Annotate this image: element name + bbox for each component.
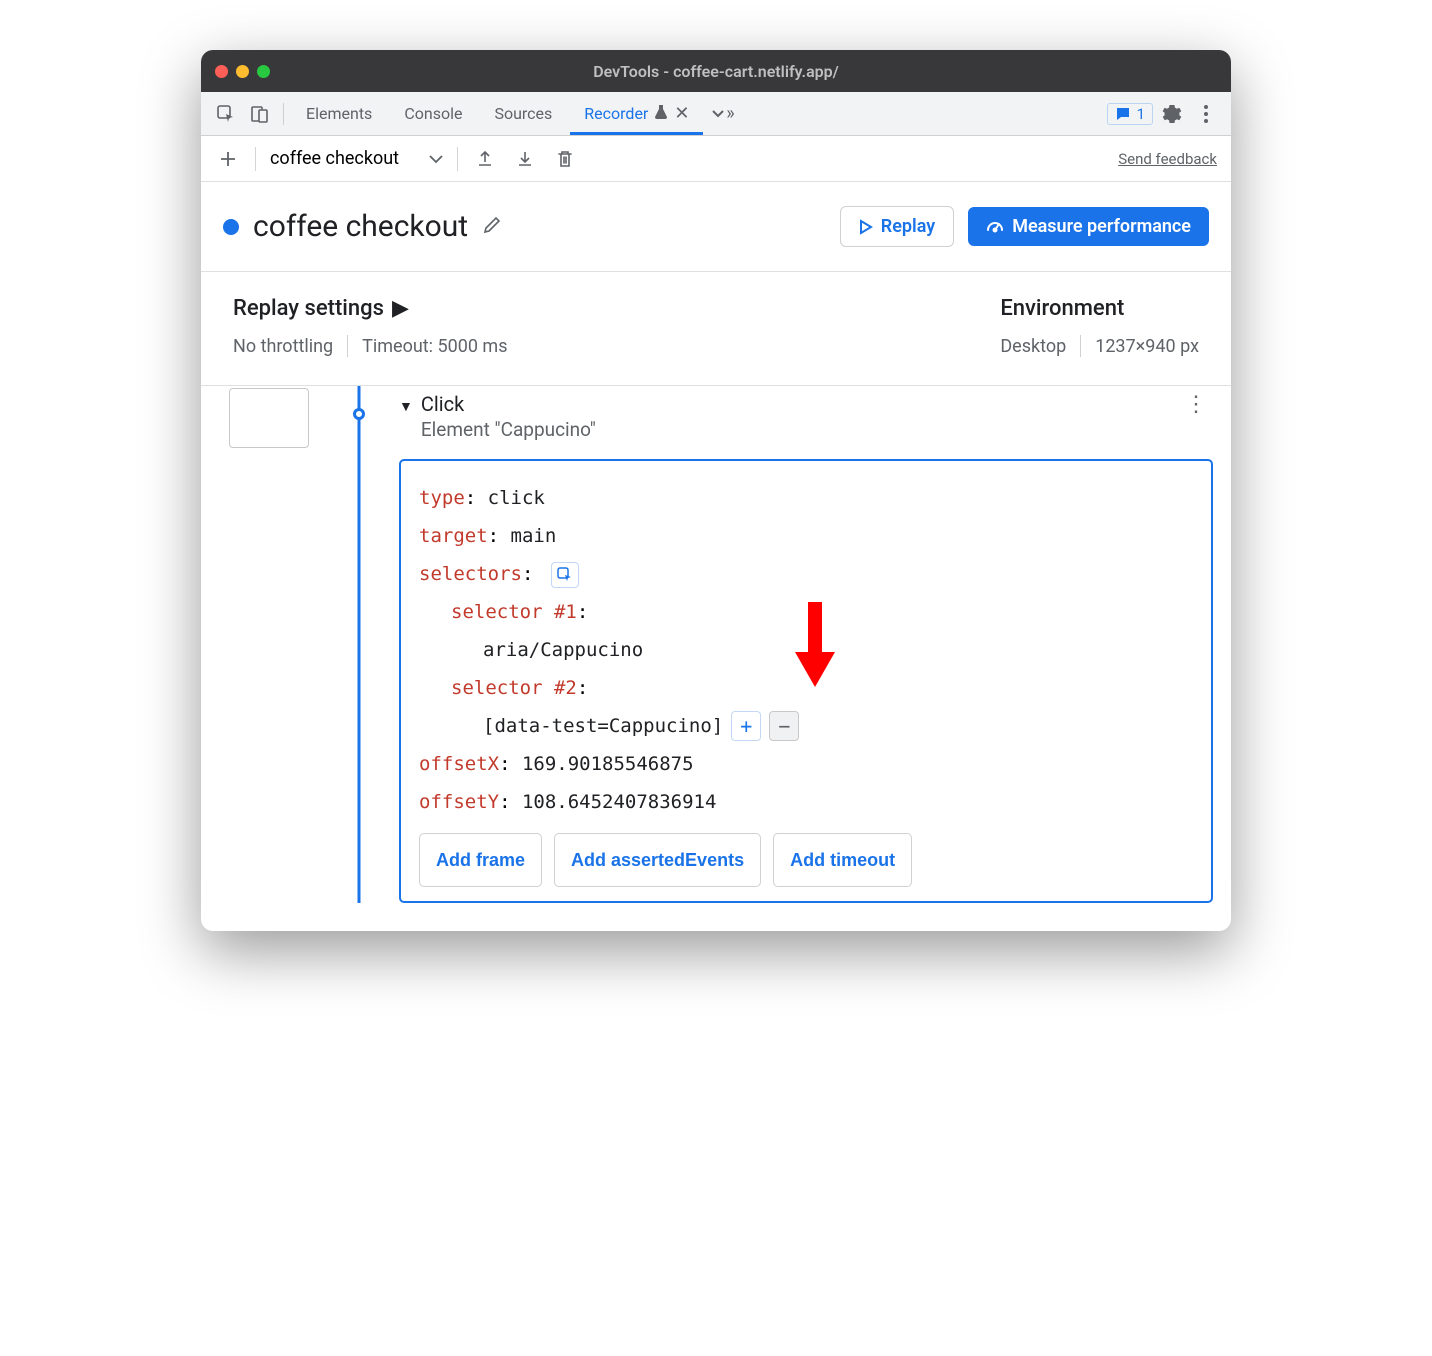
window-title: DevTools - coffee-cart.netlify.app/ [201, 62, 1231, 81]
tab-elements[interactable]: Elements [292, 92, 386, 135]
tab-recorder[interactable]: Recorder ✕ [570, 92, 703, 135]
add-selector-button[interactable]: + [731, 711, 761, 741]
environment-group: Environment Desktop 1237×940 px [1000, 296, 1199, 357]
more-menu-icon[interactable] [1191, 99, 1221, 129]
field-sel2-key: selector #2 [451, 677, 577, 699]
step-subtitle: Element "Cappucino" [421, 418, 596, 441]
record-status-dot [223, 219, 239, 235]
device-toolbar-icon[interactable] [245, 99, 275, 129]
timeout-value: Timeout: 5000 ms [362, 336, 507, 357]
caret-down-icon: ▼ [399, 392, 413, 415]
recording-select[interactable]: coffee checkout [270, 148, 443, 169]
step-more-menu-icon[interactable]: ⋮ [1185, 392, 1213, 417]
issues-count: 1 [1137, 105, 1145, 123]
add-frame-button[interactable]: Add frame [419, 833, 542, 887]
add-asserted-events-button[interactable]: Add assertedEvents [554, 833, 761, 887]
replay-button[interactable]: Replay [840, 206, 954, 247]
export-icon[interactable] [472, 146, 498, 172]
edit-title-icon[interactable] [482, 215, 502, 239]
maximize-window-button[interactable] [257, 65, 270, 78]
recording-title: coffee checkout [253, 209, 468, 244]
replay-settings-group[interactable]: Replay settings ▶ No throttling Timeout:… [233, 296, 508, 357]
throttling-value: No throttling [233, 336, 333, 357]
field-type-val[interactable]: click [488, 487, 545, 509]
tab-recorder-label: Recorder [584, 104, 648, 123]
import-icon[interactable] [512, 146, 538, 172]
field-offx-val[interactable]: 169.90185546875 [522, 753, 694, 775]
settings-row: Replay settings ▶ No throttling Timeout:… [201, 272, 1231, 385]
add-timeout-button[interactable]: Add timeout [773, 833, 912, 887]
window-controls [215, 65, 270, 78]
step-body: ▼ Click Element "Cappucino" ⋮ type: clic… [399, 386, 1213, 903]
recorder-toolbar: coffee checkout Send feedback [201, 136, 1231, 182]
environment-title: Environment [1000, 296, 1124, 321]
measure-performance-button[interactable]: Measure performance [968, 207, 1209, 246]
replay-settings-title: Replay settings [233, 296, 384, 321]
field-sel2-val[interactable]: [data-test=Cappucino] [483, 707, 723, 745]
field-selectors-key: selectors [419, 563, 522, 585]
step-thumbnail[interactable] [229, 388, 309, 448]
step-header[interactable]: ▼ Click Element "Cappucino" ⋮ [399, 392, 1213, 441]
flask-icon [654, 104, 668, 124]
field-offx-key: offsetX [419, 753, 499, 775]
close-tab-icon[interactable]: ✕ [674, 103, 689, 124]
remove-selector-button[interactable]: − [769, 711, 799, 741]
tab-console[interactable]: Console [390, 92, 476, 135]
timeline-node[interactable] [353, 408, 365, 420]
selector-picker-icon[interactable] [551, 562, 579, 588]
field-type-key: type [419, 487, 465, 509]
divider [283, 103, 284, 125]
field-offy-key: offsetY [419, 791, 499, 813]
delete-icon[interactable] [552, 146, 578, 172]
send-feedback-link[interactable]: Send feedback [1118, 150, 1217, 168]
caret-right-icon: ▶ [392, 296, 409, 321]
field-offy-val[interactable]: 108.6452407836914 [522, 791, 716, 813]
field-target-val[interactable]: main [511, 525, 557, 547]
thumbnail-strip [219, 386, 319, 903]
recording-name: coffee checkout [270, 148, 399, 169]
titlebar: DevTools - coffee-cart.netlify.app/ [201, 50, 1231, 92]
new-recording-icon[interactable] [215, 146, 241, 172]
recording-header: coffee checkout Replay Measure performan… [201, 182, 1231, 271]
measure-label: Measure performance [1012, 216, 1191, 237]
devtools-window: DevTools - coffee-cart.netlify.app/ Elem… [201, 50, 1231, 931]
field-target-key: target [419, 525, 488, 547]
tab-sources[interactable]: Sources [480, 92, 566, 135]
device-value: Desktop [1000, 336, 1066, 357]
field-sel1-val[interactable]: aria/Cappucino [483, 639, 643, 661]
steps-area: ▼ Click Element "Cappucino" ⋮ type: clic… [201, 386, 1231, 931]
timeline [319, 386, 399, 903]
close-window-button[interactable] [215, 65, 228, 78]
chevron-down-icon [429, 148, 443, 169]
field-sel1-key: selector #1 [451, 601, 577, 623]
inspect-element-icon[interactable] [211, 99, 241, 129]
settings-icon[interactable] [1157, 99, 1187, 129]
devtools-tabbar: Elements Console Sources Recorder ✕ » 1 [201, 92, 1231, 136]
minimize-window-button[interactable] [236, 65, 249, 78]
more-tabs-icon[interactable]: » [707, 99, 737, 129]
issues-badge[interactable]: 1 [1107, 103, 1153, 125]
annotation-arrow-icon [795, 602, 835, 696]
step-title: Click [421, 392, 596, 416]
viewport-value: 1237×940 px [1095, 336, 1199, 357]
replay-label: Replay [881, 216, 935, 237]
